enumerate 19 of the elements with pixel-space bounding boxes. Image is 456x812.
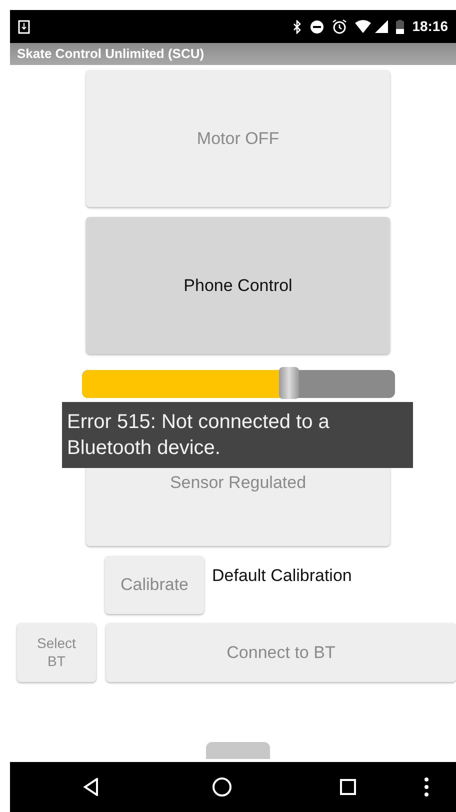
wifi-icon bbox=[355, 20, 372, 33]
error-toast: Error 515: Not connected to a Bluetooth device. bbox=[62, 402, 413, 468]
speed-slider[interactable] bbox=[82, 370, 395, 398]
home-icon[interactable] bbox=[212, 777, 232, 797]
scroll-handle[interactable] bbox=[206, 742, 270, 759]
download-icon bbox=[18, 20, 30, 34]
status-time: 18:16 bbox=[412, 17, 448, 36]
do-not-disturb-icon bbox=[310, 20, 324, 34]
mode-button[interactable]: Phone Control bbox=[86, 217, 390, 354]
back-icon[interactable] bbox=[83, 778, 99, 796]
recents-icon[interactable] bbox=[340, 779, 356, 795]
signal-icon bbox=[375, 20, 388, 33]
slider-thumb[interactable] bbox=[278, 367, 299, 399]
battery-icon bbox=[396, 20, 404, 34]
more-icon[interactable] bbox=[424, 777, 429, 797]
alarm-icon bbox=[332, 19, 348, 34]
app-title: Skate Control Unlimited (SCU) bbox=[17, 45, 204, 64]
bluetooth-icon bbox=[292, 20, 302, 34]
calibration-status: Default Calibration bbox=[212, 565, 352, 587]
